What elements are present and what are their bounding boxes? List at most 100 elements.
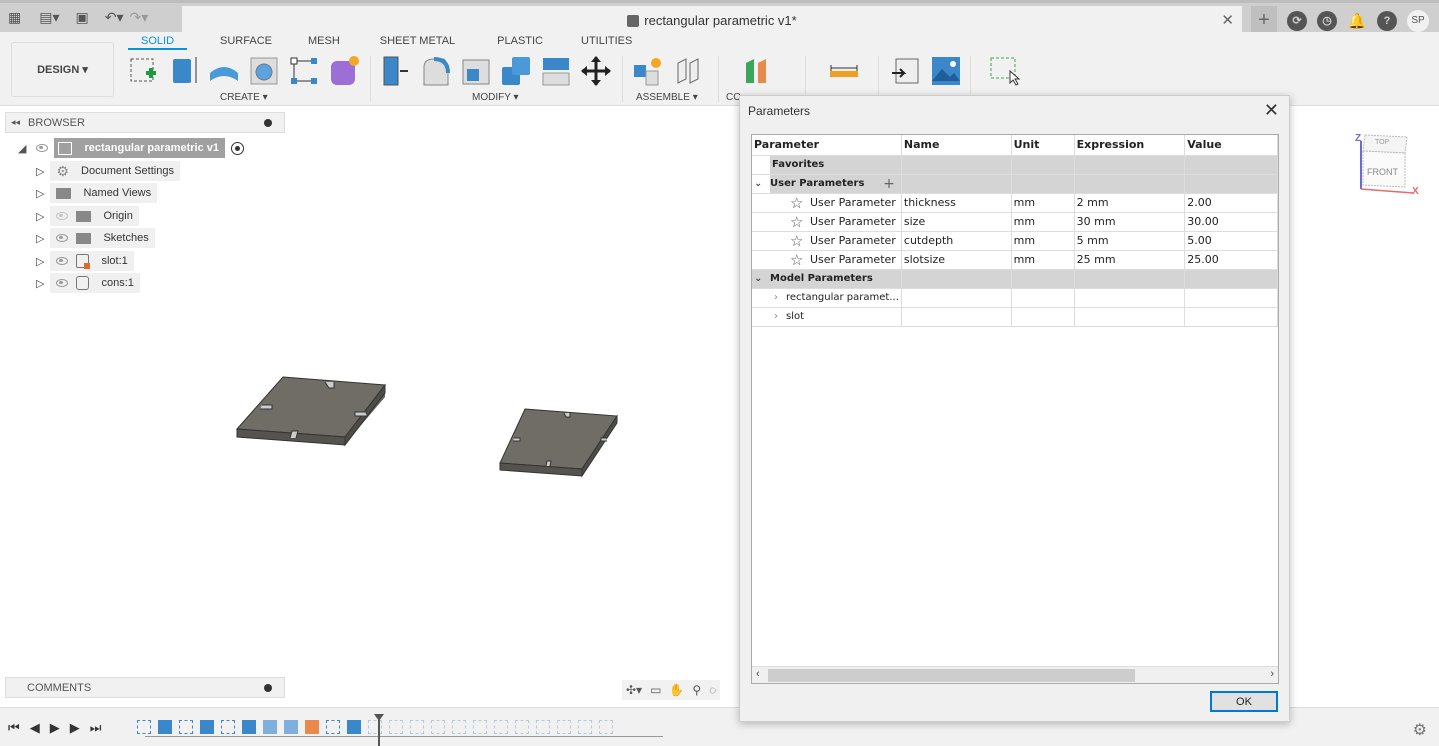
new-tab-button[interactable]: + bbox=[1251, 6, 1277, 35]
param-name[interactable]: size bbox=[901, 212, 1012, 232]
add-parameter-icon[interactable]: + bbox=[883, 176, 895, 192]
star-icon[interactable]: ☆ bbox=[790, 194, 803, 212]
param-unit[interactable]: mm bbox=[1011, 250, 1075, 270]
col-value[interactable]: Value bbox=[1184, 135, 1278, 156]
create-group-label[interactable]: CREATE ▾ bbox=[220, 92, 268, 103]
browser-panel-header[interactable]: ◂◂ BROWSER bbox=[5, 112, 285, 133]
browser-pin-icon[interactable] bbox=[264, 119, 272, 127]
param-expression[interactable]: 2 mm bbox=[1074, 193, 1186, 213]
notifications-icon[interactable]: 🔔 bbox=[1347, 11, 1367, 31]
timeline-pin[interactable] bbox=[305, 720, 319, 734]
param-unit[interactable]: mm bbox=[1011, 193, 1075, 213]
dialog-close-icon[interactable]: ✕ bbox=[1264, 100, 1279, 121]
model-parameters-group-row[interactable]: ⌄ Model Parameters bbox=[752, 269, 1278, 289]
horizontal-scrollbar[interactable]: ‹ › bbox=[752, 666, 1278, 683]
redo-icon[interactable]: ↷▾ bbox=[130, 9, 149, 26]
tree-root[interactable]: ◢ rectangular parametric v1 bbox=[18, 138, 244, 158]
apps-grid-icon[interactable]: ▦ bbox=[8, 9, 21, 26]
timeline-marker[interactable] bbox=[374, 714, 384, 746]
viewcube-front-face[interactable]: FRONT bbox=[1367, 167, 1398, 177]
expand-arrow-icon[interactable]: ▷ bbox=[36, 232, 44, 245]
timeline-move[interactable] bbox=[431, 720, 445, 734]
file-menu-icon[interactable]: ▤▾ bbox=[39, 9, 59, 26]
tree-item-sketches[interactable]: ▷ Sketches bbox=[36, 228, 155, 248]
hidden-eye-icon[interactable] bbox=[56, 212, 69, 220]
scroll-right-icon[interactable]: › bbox=[1270, 668, 1274, 680]
expand-arrow-icon[interactable]: ▷ bbox=[36, 210, 44, 223]
fit-icon[interactable]: ◌ bbox=[709, 683, 716, 697]
shell-icon[interactable] bbox=[460, 55, 492, 87]
extrude-icon[interactable] bbox=[168, 55, 200, 87]
col-expression[interactable]: Expression bbox=[1074, 135, 1186, 156]
go-to-end-icon[interactable]: ⏭ bbox=[90, 720, 102, 736]
tab-solid[interactable]: SOLID bbox=[128, 34, 188, 50]
timeline-sketch[interactable] bbox=[179, 720, 193, 734]
user-parameters-group-row[interactable]: ⌄ User Parameters + bbox=[752, 174, 1278, 194]
go-to-start-icon[interactable]: ⏮ bbox=[8, 720, 20, 736]
timeline-move[interactable] bbox=[452, 720, 466, 734]
expand-arrow-icon[interactable]: ▷ bbox=[36, 277, 44, 290]
timeline-pattern[interactable] bbox=[578, 720, 592, 734]
param-name[interactable]: thickness bbox=[901, 193, 1012, 213]
view-cube[interactable]: Z TOP FRONT X bbox=[1355, 131, 1419, 197]
hole-icon[interactable] bbox=[248, 55, 280, 87]
fillet-icon[interactable] bbox=[420, 55, 452, 87]
timeline-joint[interactable] bbox=[599, 720, 613, 734]
modify-group-label[interactable]: MODIFY ▾ bbox=[472, 92, 519, 103]
scrollbar-thumb[interactable] bbox=[768, 669, 1135, 682]
step-back-icon[interactable]: ◀ bbox=[30, 720, 40, 736]
table-row[interactable]: › rectangular paramet... bbox=[752, 288, 1278, 308]
timeline-sketch[interactable] bbox=[326, 720, 340, 734]
chevron-right-icon[interactable]: › bbox=[774, 311, 778, 322]
expand-arrow-icon[interactable]: ▷ bbox=[36, 255, 44, 268]
split-body-icon[interactable] bbox=[540, 55, 572, 87]
comments-panel[interactable]: COMMENTS bbox=[5, 677, 285, 698]
assemble-group-label[interactable]: ASSEMBLE ▾ bbox=[636, 92, 698, 103]
param-expression[interactable]: 30 mm bbox=[1074, 212, 1186, 232]
plate-cons[interactable] bbox=[235, 376, 386, 447]
close-tab-icon[interactable]: ✕ bbox=[1221, 11, 1234, 29]
param-name[interactable]: cutdepth bbox=[901, 231, 1012, 251]
settings-gear-icon[interactable]: ⚙ bbox=[1413, 720, 1427, 740]
scroll-left-icon[interactable]: ‹ bbox=[756, 668, 760, 680]
look-at-icon[interactable]: ▭ bbox=[650, 683, 661, 697]
help-icon[interactable]: ? bbox=[1377, 10, 1397, 31]
timeline-sketch[interactable] bbox=[221, 720, 235, 734]
play-icon[interactable]: ▶ bbox=[50, 720, 60, 736]
move-icon[interactable] bbox=[580, 55, 612, 87]
param-unit[interactable]: mm bbox=[1011, 231, 1075, 251]
timeline-pattern[interactable] bbox=[515, 720, 529, 734]
combine-icon[interactable] bbox=[500, 55, 532, 87]
insert-derive-icon[interactable] bbox=[890, 55, 922, 87]
expand-arrow-icon[interactable]: ▷ bbox=[36, 165, 44, 178]
joint-icon[interactable] bbox=[672, 55, 704, 87]
timeline-extrude[interactable] bbox=[200, 720, 214, 734]
zoom-icon[interactable]: ⚲ bbox=[692, 683, 701, 697]
workspace-switcher[interactable]: DESIGN ▾ bbox=[11, 42, 114, 97]
collapse-icon[interactable]: ◂◂ bbox=[11, 117, 20, 128]
chevron-right-icon[interactable]: › bbox=[774, 292, 778, 303]
ok-button[interactable]: OK bbox=[1210, 691, 1278, 712]
user-avatar[interactable]: SP bbox=[1407, 9, 1429, 32]
tree-item-named-views[interactable]: ▷ Named Views bbox=[36, 183, 158, 203]
tree-item-cons[interactable]: ▷ cons:1 bbox=[36, 273, 140, 293]
timeline-extrude[interactable] bbox=[158, 720, 172, 734]
select-window-icon[interactable] bbox=[988, 55, 1021, 87]
tab-utilities[interactable]: UTILITIES bbox=[568, 34, 645, 50]
step-forward-icon[interactable]: ▶ bbox=[70, 720, 80, 736]
timeline-joint[interactable] bbox=[536, 720, 550, 734]
col-name[interactable]: Name bbox=[901, 135, 1012, 156]
timeline-extrude[interactable] bbox=[242, 720, 256, 734]
insert-canvas-icon[interactable] bbox=[930, 55, 962, 87]
new-component-icon[interactable] bbox=[632, 55, 664, 87]
pan-icon[interactable]: ✋ bbox=[669, 683, 684, 697]
timeline-sketch[interactable] bbox=[389, 720, 403, 734]
timeline-extrude[interactable] bbox=[347, 720, 361, 734]
star-icon[interactable]: ☆ bbox=[790, 251, 803, 269]
timeline-pattern[interactable] bbox=[557, 720, 571, 734]
table-row[interactable]: ☆ User Parameter size mm 30 mm 30.00 bbox=[752, 212, 1278, 232]
create-form-icon[interactable] bbox=[328, 55, 360, 87]
visibility-icon[interactable] bbox=[56, 234, 69, 242]
param-unit[interactable]: mm bbox=[1011, 212, 1075, 232]
chevron-down-icon[interactable]: ⌄ bbox=[754, 273, 770, 284]
